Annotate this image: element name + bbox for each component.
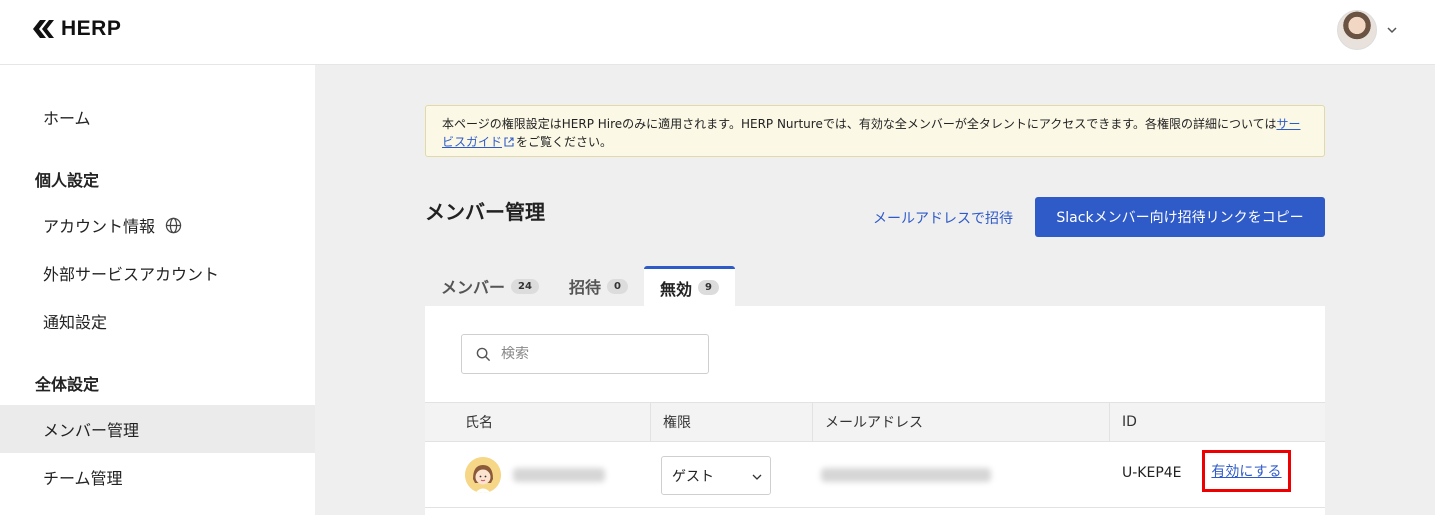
herp-logo[interactable]: HERP bbox=[31, 17, 121, 41]
globe-icon bbox=[165, 217, 182, 233]
activate-link[interactable]: 有効にする bbox=[1211, 461, 1281, 481]
invite-by-email-link[interactable]: メールアドレスで招待 bbox=[873, 208, 1013, 228]
herp-logo-icon bbox=[33, 20, 54, 38]
sidebar-heading-global: 全体設定 bbox=[35, 375, 100, 394]
chevron-down-icon bbox=[752, 474, 762, 480]
tab-invitations[interactable]: 招待 0 bbox=[569, 266, 628, 306]
page-title: メンバー管理 bbox=[425, 200, 545, 224]
member-id: U-KEP4E bbox=[1122, 465, 1182, 481]
sidebar-item-external-accounts[interactable]: 外部サービスアカウント bbox=[0, 249, 315, 297]
external-link-icon bbox=[504, 137, 514, 147]
chevron-down-icon[interactable] bbox=[1386, 24, 1398, 36]
role-select[interactable]: ゲスト bbox=[661, 456, 771, 495]
sidebar-item-account-info[interactable]: アカウント情報 bbox=[0, 201, 315, 249]
column-header-id: ID bbox=[1109, 403, 1137, 441]
notice-text: 本ページの権限設定はHERP Hireのみに適用されます。HERP Nurtur… bbox=[442, 117, 1277, 131]
member-name-redacted bbox=[513, 468, 605, 482]
sidebar-item-label: メンバー管理 bbox=[43, 421, 140, 440]
sidebar-item-member-management[interactable]: メンバー管理 bbox=[0, 405, 315, 453]
brand-name: HERP bbox=[61, 17, 122, 40]
sidebar-item-team-management[interactable]: チーム管理 bbox=[0, 453, 315, 501]
tab-disabled[interactable]: 無効 9 bbox=[644, 266, 735, 306]
table-row: ゲスト U-KEP4E 有効にする bbox=[425, 442, 1325, 508]
role-select-value: ゲスト bbox=[672, 468, 714, 485]
user-avatar[interactable] bbox=[1337, 10, 1377, 50]
tab-members[interactable]: メンバー 24 bbox=[441, 266, 539, 306]
notice-text-end: をご覧ください。 bbox=[516, 135, 613, 149]
top-header: HERP bbox=[0, 0, 1435, 65]
sidebar-item-label: ホーム bbox=[43, 109, 91, 128]
sidebar-item-label: チーム管理 bbox=[43, 469, 123, 488]
search-icon bbox=[476, 347, 491, 361]
tab-count-badge: 24 bbox=[511, 278, 539, 294]
sidebar-heading-personal: 個人設定 bbox=[35, 171, 100, 190]
sidebar-item-home[interactable]: ホーム bbox=[0, 93, 315, 141]
member-avatar-illustration bbox=[465, 457, 501, 493]
column-header-email: メールアドレス bbox=[812, 403, 923, 441]
member-avatar bbox=[465, 457, 501, 493]
activate-highlight: 有効にする bbox=[1202, 450, 1291, 492]
search-input[interactable] bbox=[501, 346, 701, 362]
sidebar: ホーム 個人設定 アカウント情報 外部サービスアカウント 通知設定 全体設定 メ… bbox=[0, 65, 315, 515]
column-header-role: 権限 bbox=[650, 403, 691, 441]
sidebar-item-label: アカウント情報 bbox=[43, 217, 156, 236]
column-header-name: 氏名 bbox=[465, 415, 493, 431]
tab-count-badge: 9 bbox=[698, 280, 719, 295]
sidebar-item-notifications[interactable]: 通知設定 bbox=[0, 297, 315, 345]
member-email-redacted bbox=[821, 468, 991, 482]
search-box[interactable] bbox=[461, 334, 709, 374]
members-panel: 氏名 権限 メールアドレス ID ゲスト U-KEP4E 有効にする bbox=[425, 306, 1325, 515]
table-header: 氏名 権限 メールアドレス ID bbox=[425, 402, 1325, 442]
tab-label: 無効 bbox=[660, 279, 693, 299]
permission-notice: 本ページの権限設定はHERP Hireのみに適用されます。HERP Nurtur… bbox=[425, 105, 1325, 157]
tab-label: メンバー bbox=[441, 278, 506, 297]
sidebar-item-label: 通知設定 bbox=[43, 313, 108, 332]
tab-count-badge: 0 bbox=[607, 278, 628, 294]
copy-slack-invite-button[interactable]: Slackメンバー向け招待リンクをコピー bbox=[1035, 197, 1325, 237]
tab-label: 招待 bbox=[569, 278, 602, 297]
sidebar-item-label: 外部サービスアカウント bbox=[43, 265, 220, 284]
